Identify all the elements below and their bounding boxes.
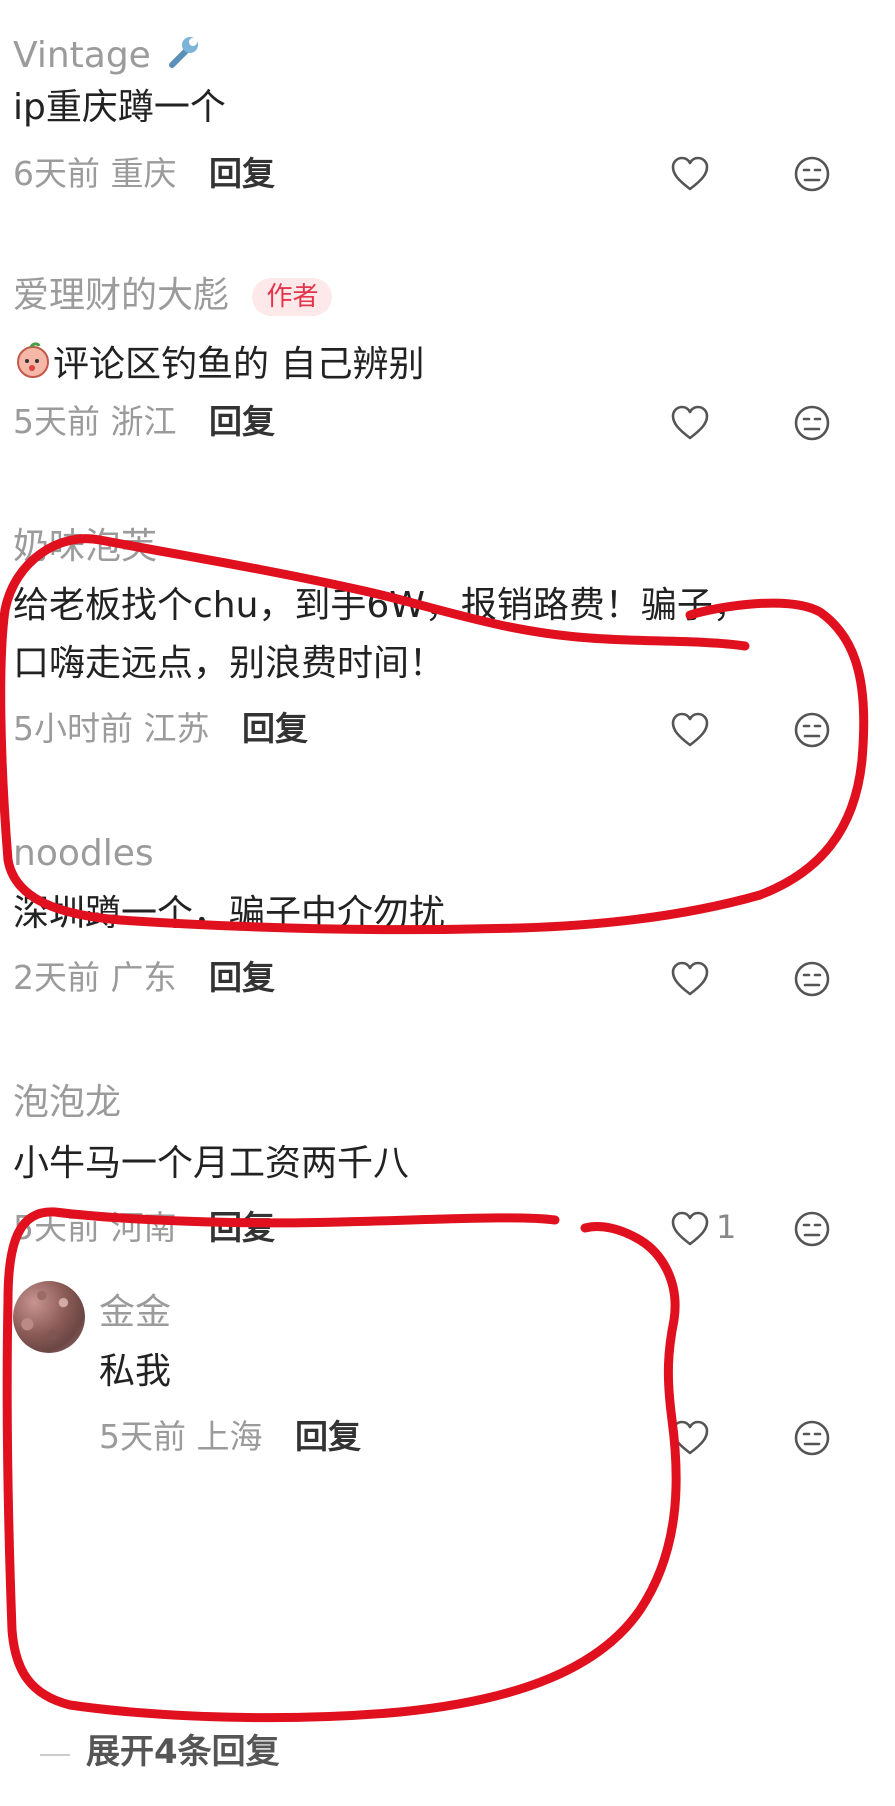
comment-text: 评论区钓鱼的 自己辨别 <box>13 340 424 387</box>
comment-location: 浙江 <box>110 402 177 441</box>
reply-button[interactable]: 回复 <box>295 1417 361 1456</box>
comment-username[interactable]: noodles <box>13 836 154 872</box>
neutral-face-icon[interactable] <box>793 155 831 193</box>
heart-icon[interactable] <box>670 1210 710 1248</box>
reply-time: 5天前 <box>99 1417 186 1456</box>
heart-icon[interactable] <box>670 404 710 442</box>
expand-replies-button[interactable]: 展开4条回复 <box>86 1735 280 1769</box>
comment-meta: 5天前 河南 回复 <box>13 1211 275 1244</box>
username-text[interactable]: 爱理财的大彪 <box>13 275 229 316</box>
comment-username[interactable]: Vintage <box>13 31 202 78</box>
heart-icon[interactable] <box>670 155 710 193</box>
reply-button[interactable]: 回复 <box>209 402 275 441</box>
comment-time: 5小时前 <box>13 709 133 748</box>
peach-sticker-icon <box>13 340 53 387</box>
expand-divider <box>40 1754 70 1756</box>
comment-location: 重庆 <box>110 154 177 193</box>
comment-meta: 5天前 浙江 回复 <box>13 405 275 438</box>
reply-button[interactable]: 回复 <box>209 154 275 193</box>
reply-button[interactable]: 回复 <box>209 958 275 997</box>
heart-icon[interactable] <box>670 960 710 998</box>
comment-location: 广东 <box>110 958 177 997</box>
neutral-face-icon[interactable] <box>793 1210 831 1248</box>
comment-time: 2天前 <box>13 958 100 997</box>
wrench-icon <box>162 31 202 78</box>
comment-meta: 6天前 重庆 回复 <box>13 157 275 190</box>
heart-icon[interactable] <box>670 1419 710 1457</box>
author-badge: 作者 <box>252 278 333 316</box>
comment-text-content: 评论区钓鱼的 自己辨别 <box>53 344 425 385</box>
comment-username[interactable]: 爱理财的大彪 作者 <box>13 275 333 316</box>
comment-meta: 2天前 广东 回复 <box>13 961 275 994</box>
neutral-face-icon[interactable] <box>793 960 831 998</box>
comment-meta: 5小时前 江苏 回复 <box>13 712 308 745</box>
reply-button[interactable]: 回复 <box>242 709 308 748</box>
neutral-face-icon[interactable] <box>793 711 831 749</box>
reply-text: 私我 <box>99 1351 172 1392</box>
comment-text: 深圳蹲一个，骗子中介勿扰 <box>13 893 446 934</box>
comment-time: 5天前 <box>13 402 100 441</box>
comment-username[interactable]: 泡泡龙 <box>13 1085 121 1121</box>
like-count: 1 <box>716 1208 737 1246</box>
comment-time: 6天前 <box>13 154 100 193</box>
comment-username[interactable]: 奶味泡芙 <box>13 529 157 565</box>
annotation-circle-2 <box>2 1207 681 1723</box>
comment-text: 小牛马一个月工资两千八 <box>13 1143 410 1184</box>
avatar[interactable] <box>13 1281 85 1353</box>
reply-meta: 5天前 上海 回复 <box>99 1420 361 1453</box>
neutral-face-icon[interactable] <box>793 404 831 442</box>
comment-time: 5天前 <box>13 1208 100 1247</box>
heart-icon[interactable] <box>670 711 710 749</box>
comment-text-line: 给老板找个chu，到手6W，报销路费！骗子， <box>13 585 749 626</box>
comment-text-line: 口嗨走远点，别浪费时间！ <box>13 643 446 684</box>
comment-location: 江苏 <box>143 709 210 748</box>
reply-button[interactable]: 回复 <box>209 1208 275 1247</box>
reply-username[interactable]: 金金 <box>99 1295 171 1331</box>
comment-location: 河南 <box>110 1208 177 1247</box>
username-text[interactable]: Vintage <box>13 35 151 76</box>
neutral-face-icon[interactable] <box>793 1419 831 1457</box>
reply-location: 上海 <box>196 1417 263 1456</box>
comment-text: ip重庆蹲一个 <box>13 87 226 128</box>
